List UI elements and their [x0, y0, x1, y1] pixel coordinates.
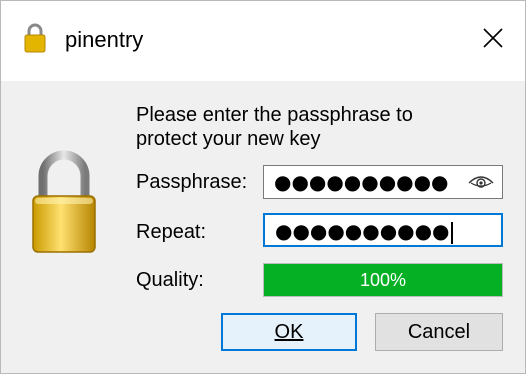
quality-percent: 100% [359, 269, 407, 290]
quality-bar: 100% [263, 263, 503, 297]
quality-label: Quality: [136, 269, 204, 291]
repeat-input[interactable]: ●●●●●●●●●● [263, 213, 503, 247]
title-bar: pinentry [1, 1, 525, 81]
passphrase-label: Passphrase: [136, 171, 248, 193]
repeat-mask: ●●●●●●●●●● [275, 219, 450, 243]
text-cursor [450, 221, 453, 244]
eye-icon[interactable] [468, 173, 494, 191]
dialog-content: Please enter the passphrase to protect y… [1, 81, 525, 375]
repeat-label: Repeat: [136, 221, 207, 243]
pinentry-dialog: pinentry Please enter the passphrase to … [0, 0, 526, 374]
close-icon [483, 28, 503, 48]
repeat-value: ●●●●●●●●●● [275, 219, 453, 244]
prompt-text: Please enter the passphrase to protect y… [136, 103, 413, 151]
prompt-line-2: protect your new key [136, 128, 321, 150]
window-title: pinentry [65, 27, 144, 52]
cancel-button-label: Cancel [407, 320, 471, 343]
prompt-line-1: Please enter the passphrase to [136, 104, 413, 126]
passphrase-value: ●●●●●●●●●● [274, 170, 449, 194]
ok-button[interactable]: OK [221, 313, 357, 351]
cancel-button[interactable]: Cancel [375, 313, 503, 351]
padlock-icon [32, 150, 96, 253]
ok-button-label: OK [274, 320, 304, 343]
close-button[interactable] [461, 11, 525, 65]
passphrase-input[interactable]: ●●●●●●●●●● [263, 165, 503, 199]
padlock-icon [24, 23, 46, 53]
